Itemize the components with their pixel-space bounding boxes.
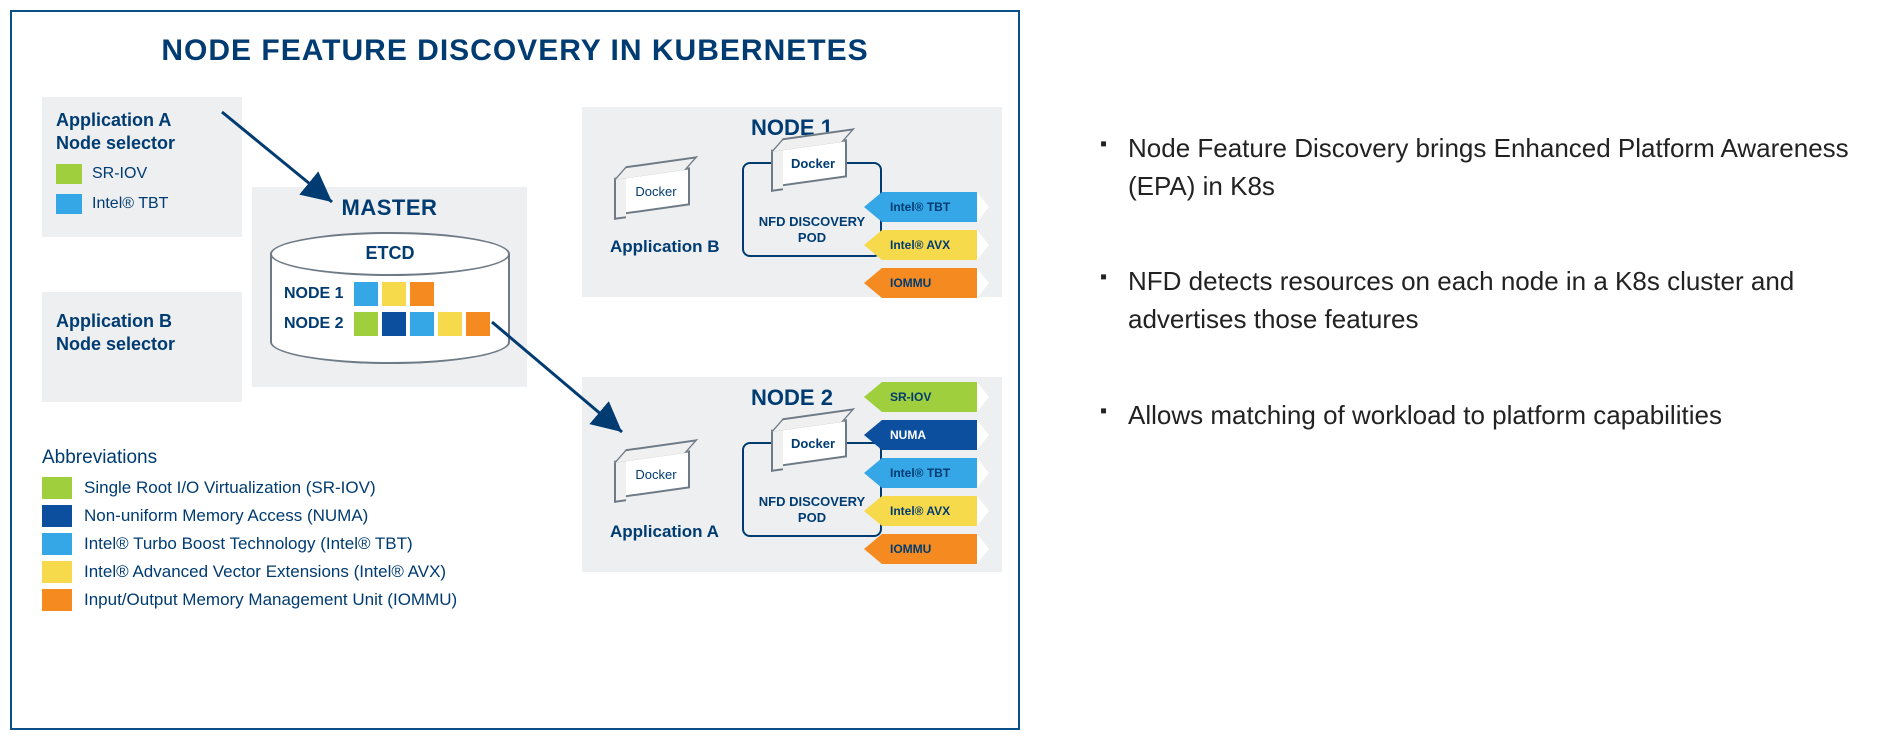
etcd-square-orange (466, 312, 490, 336)
abbrev-text: Single Root I/O Virtualization (SR-IOV) (84, 478, 376, 498)
docker-box: Docker (779, 139, 847, 187)
feature-label: Intel® TBT (882, 192, 977, 222)
diagram-container: NODE FEATURE DISCOVERY IN KUBERNETES App… (10, 10, 1020, 730)
master-title: MASTER (252, 187, 527, 221)
feature-arrow: NUMA (882, 420, 977, 450)
feature-label: NUMA (882, 420, 977, 450)
docker-box: Docker (622, 167, 690, 215)
nfd-pod-node2: Docker NFD DISCOVERY POD (742, 442, 882, 537)
swatch-lblue (42, 533, 72, 555)
description-column: Node Feature Discovery brings Enhanced P… (1020, 0, 1890, 746)
appA-item-1-label: Intel® TBT (92, 195, 168, 213)
bullet-1: NFD detects resources on each node in a … (1100, 263, 1850, 338)
etcd-node1-label: NODE 1 (284, 285, 354, 303)
etcd-square-green (354, 312, 378, 336)
docker-label: Docker (781, 426, 845, 462)
abbrev-row: Input/Output Memory Management Unit (IOM… (42, 589, 522, 611)
feature-label: Intel® TBT (882, 458, 977, 488)
bullet-0: Node Feature Discovery brings Enhanced P… (1100, 130, 1850, 205)
master-panel: MASTER ETCD NODE 1 NODE 2 (252, 187, 527, 387)
abbrev-text: Input/Output Memory Management Unit (IOM… (84, 590, 457, 610)
nfd-pod-label: NFD DISCOVERY POD (759, 214, 865, 245)
feature-label: Intel® AVX (882, 496, 977, 526)
feature-arrow: Intel® AVX (882, 496, 977, 526)
abbrev-row: Non-uniform Memory Access (NUMA) (42, 505, 522, 527)
swatch-green (42, 477, 72, 499)
docker-box: Docker (779, 419, 847, 467)
etcd-square-dblue (382, 312, 406, 336)
etcd-square-lblue (354, 282, 378, 306)
etcd-row-node2: NODE 2 (284, 312, 496, 336)
etcd-square-lblue (410, 312, 434, 336)
nfd-pod-node1: Docker NFD DISCOVERY POD (742, 162, 882, 257)
etcd-cylinder: ETCD NODE 1 NODE 2 (270, 232, 510, 372)
node1-app-label: Application B (610, 237, 720, 257)
etcd-row-node1: NODE 1 (284, 282, 496, 306)
feature-arrow: IOMMU (882, 534, 977, 564)
feature-label: IOMMU (882, 534, 977, 564)
application-a-selector-panel: Application A Node selector SR-IOV Intel… (42, 97, 242, 237)
abbrev-text: Intel® Advanced Vector Extensions (Intel… (84, 562, 446, 582)
docker-label: Docker (781, 146, 845, 182)
abbreviations-title: Abbreviations (42, 447, 522, 469)
feature-label: SR-IOV (882, 382, 977, 412)
application-a-label: Application A Node selector (56, 109, 228, 154)
swatch-green (56, 164, 82, 184)
abbreviations-legend: Abbreviations Single Root I/O Virtualiza… (42, 447, 522, 617)
bullet-2: Allows matching of workload to platform … (1100, 397, 1850, 435)
feature-label: Intel® AVX (882, 230, 977, 260)
etcd-label: ETCD (270, 232, 510, 276)
swatch-dblue (42, 505, 72, 527)
docker-box: Docker (622, 450, 690, 498)
feature-arrow: IOMMU (882, 268, 977, 298)
swatch-yellow (42, 561, 72, 583)
abbrev-text: Non-uniform Memory Access (NUMA) (84, 506, 368, 526)
appA-item-tbt: Intel® TBT (56, 194, 228, 214)
application-b-label: Application B Node selector (56, 310, 228, 355)
abbrev-row: Single Root I/O Virtualization (SR-IOV) (42, 477, 522, 499)
diagram-title: NODE FEATURE DISCOVERY IN KUBERNETES (12, 12, 1018, 68)
swatch-lblue (56, 194, 82, 214)
docker-label: Docker (624, 457, 688, 493)
etcd-square-yellow (382, 282, 406, 306)
feature-label: IOMMU (882, 268, 977, 298)
swatch-orange (42, 589, 72, 611)
appA-item-sriov: SR-IOV (56, 164, 228, 184)
feature-arrow: Intel® TBT (882, 192, 977, 222)
appA-item-0-label: SR-IOV (92, 165, 147, 183)
etcd-node2-label: NODE 2 (284, 315, 354, 333)
abbrev-text: Intel® Turbo Boost Technology (Intel® TB… (84, 534, 413, 554)
abbrev-row: Intel® Advanced Vector Extensions (Intel… (42, 561, 522, 583)
docker-label: Docker (624, 174, 688, 210)
etcd-square-orange (410, 282, 434, 306)
feature-arrow: Intel® TBT (882, 458, 977, 488)
abbrev-row: Intel® Turbo Boost Technology (Intel® TB… (42, 533, 522, 555)
application-b-selector-panel: Application B Node selector (42, 292, 242, 402)
etcd-square-yellow (438, 312, 462, 336)
nfd-pod-label: NFD DISCOVERY POD (759, 494, 865, 525)
node2-app-label: Application A (610, 522, 719, 542)
feature-arrow: SR-IOV (882, 382, 977, 412)
feature-arrow: Intel® AVX (882, 230, 977, 260)
